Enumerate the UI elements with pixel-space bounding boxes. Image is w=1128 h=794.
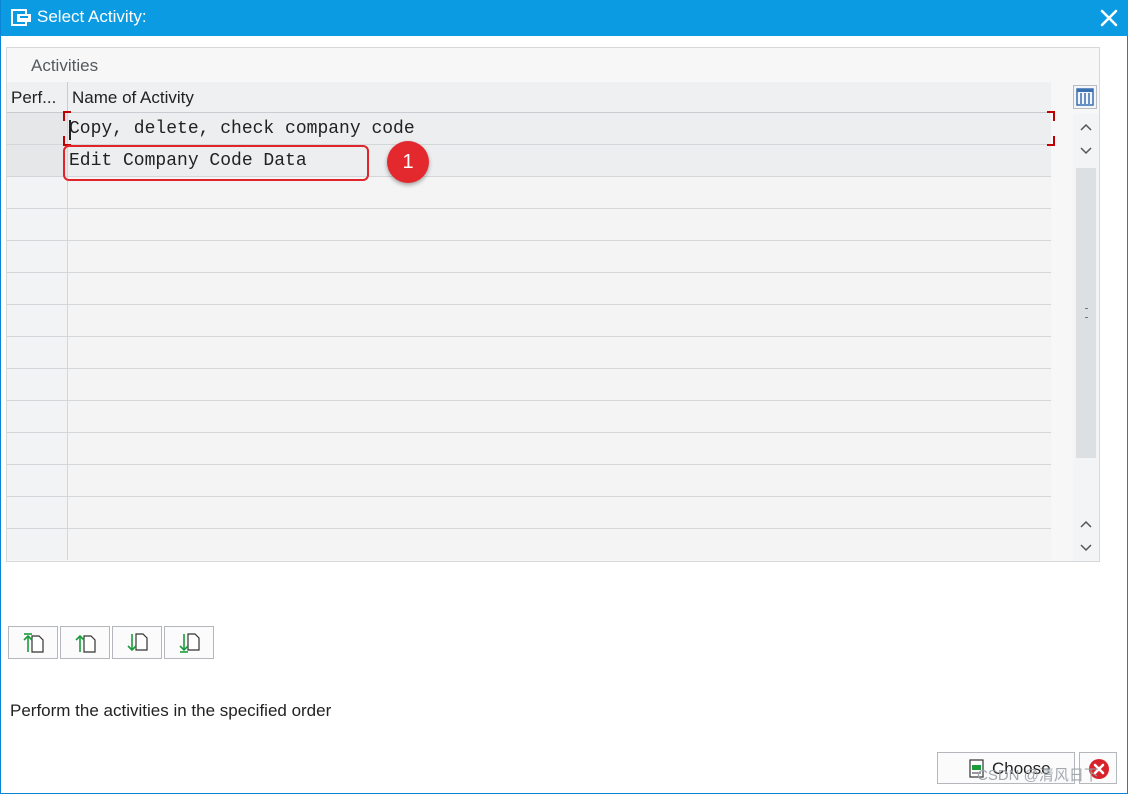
scrollbar-grip — [1085, 308, 1088, 318]
empty-row — [7, 529, 1051, 561]
scroll-page-down-button[interactable] — [1073, 138, 1099, 162]
empty-row — [7, 465, 1051, 497]
empty-row — [7, 337, 1051, 369]
activities-panel: Activities Perf... Name of Activity Copy… — [6, 47, 1100, 562]
empty-cell — [68, 433, 1051, 464]
select-next-icon — [127, 633, 148, 652]
empty-row — [7, 177, 1051, 209]
scroll-up-button[interactable] — [1073, 511, 1099, 535]
empty-row — [7, 273, 1051, 305]
row-selector[interactable] — [7, 113, 68, 144]
title-bar: Select Activity: — [1, 0, 1128, 36]
empty-row — [7, 433, 1051, 465]
select-previous-button[interactable] — [60, 626, 110, 659]
dialog-icon — [11, 9, 31, 26]
column-settings-button[interactable] — [1073, 85, 1097, 109]
select-first-icon — [23, 633, 44, 653]
chevron-up-icon — [1080, 520, 1092, 528]
select-previous-icon — [75, 634, 96, 653]
activity-name-cell[interactable]: Copy, delete, check company code — [68, 113, 1051, 144]
empty-cell — [68, 465, 1051, 496]
table-row[interactable]: Copy, delete, check company code — [7, 113, 1051, 145]
row-selector — [7, 497, 68, 528]
activity-name-cell[interactable]: Edit Company Code Data — [68, 145, 1051, 176]
select-last-icon — [179, 633, 200, 653]
close-icon[interactable] — [1097, 6, 1121, 30]
row-selector — [7, 209, 68, 240]
dialog-title: Select Activity: — [37, 7, 147, 26]
chevron-up-icon — [1080, 123, 1092, 131]
empty-cell — [68, 273, 1051, 304]
text-cursor — [69, 120, 71, 140]
column-header-perf[interactable]: Perf... — [7, 82, 68, 113]
table-row[interactable]: Edit Company Code Data — [7, 145, 1051, 177]
empty-cell — [68, 401, 1051, 432]
chevron-down-icon — [1080, 147, 1092, 155]
empty-cell — [68, 241, 1051, 272]
row-selector[interactable] — [7, 145, 68, 176]
row-selector — [7, 305, 68, 336]
row-selector — [7, 465, 68, 496]
watermark-text: CSDN @清风日下 — [977, 767, 1099, 784]
row-selector — [7, 369, 68, 400]
empty-cell — [68, 337, 1051, 368]
annotation-badge: 1 — [387, 141, 429, 183]
select-activity-dialog: Select Activity: Activities Perf... Name… — [0, 0, 1128, 794]
scrollbar-thumb[interactable] — [1076, 168, 1096, 458]
empty-cell — [68, 529, 1051, 560]
scroll-page-up-button[interactable] — [1073, 114, 1099, 138]
row-selector — [7, 177, 68, 208]
scroll-down-button[interactable] — [1073, 535, 1099, 559]
empty-cell — [68, 177, 1051, 208]
column-layout-icon — [1076, 88, 1094, 106]
row-selector — [7, 273, 68, 304]
empty-row — [7, 401, 1051, 433]
empty-cell — [68, 497, 1051, 528]
row-selector — [7, 529, 68, 560]
chevron-down-icon — [1080, 544, 1092, 552]
instruction-text: Perform the activities in the specified … — [10, 701, 332, 720]
vertical-scrollbar[interactable] — [1073, 114, 1099, 561]
panel-title: Activities — [31, 56, 99, 75]
empty-row — [7, 209, 1051, 241]
empty-row — [7, 369, 1051, 401]
row-selector — [7, 433, 68, 464]
select-last-button[interactable] — [164, 626, 214, 659]
row-selector — [7, 401, 68, 432]
row-selector — [7, 241, 68, 272]
row-selector — [7, 337, 68, 368]
activities-table: Perf... Name of Activity Copy, delete, c… — [7, 82, 1051, 561]
empty-row — [7, 305, 1051, 337]
empty-cell — [68, 369, 1051, 400]
select-first-button[interactable] — [8, 626, 58, 659]
select-next-button[interactable] — [112, 626, 162, 659]
empty-row — [7, 497, 1051, 529]
empty-cell — [68, 305, 1051, 336]
empty-cell — [68, 209, 1051, 240]
column-header-name[interactable]: Name of Activity — [68, 82, 1051, 113]
empty-row — [7, 241, 1051, 273]
table-header: Perf... Name of Activity — [7, 82, 1051, 113]
